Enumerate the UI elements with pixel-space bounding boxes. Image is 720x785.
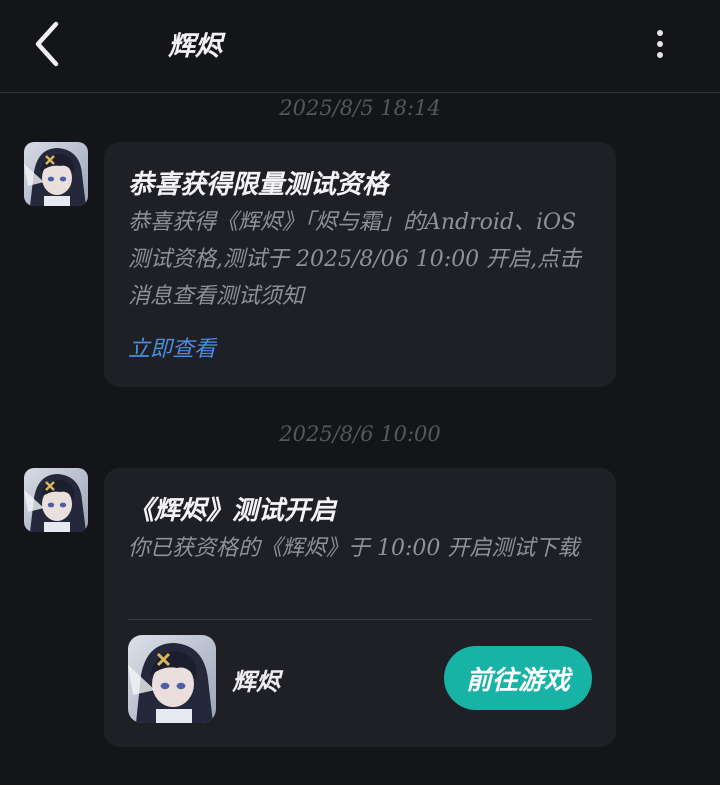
game-icon[interactable] [128, 635, 216, 723]
message-body: 恭喜获得《辉烬》「烬与霜」的Android、iOS测试资格,测试于 2025/8… [128, 210, 582, 309]
sender-avatar[interactable] [24, 142, 88, 206]
message-body: 你已获资格的《辉烬》于 10:00 开启测试下载 [128, 536, 580, 561]
top-bar: 辉烬 [0, 0, 720, 93]
game-name: 辉烬 [232, 667, 280, 696]
go-to-game-button[interactable]: 前往游戏 [444, 646, 592, 710]
message-card[interactable]: 恭喜获得限量测试资格 恭喜获得《辉烬》「烬与霜」的Android、iOS测试资格… [104, 142, 616, 387]
more-options-button[interactable] [642, 24, 678, 64]
chat-title: 辉烬 [168, 31, 222, 62]
message-card[interactable]: 《辉烬》测试开启 你已获资格的《辉烬》于 10:00 开启测试下载 辉烬 前往游… [104, 468, 616, 747]
game-character-avatar [24, 142, 88, 206]
game-character-icon [128, 635, 216, 723]
back-button[interactable] [30, 20, 70, 68]
message-timestamp: 2025/8/6 10:00 [279, 422, 441, 446]
message-title: 《辉烬》测试开启 [128, 496, 337, 526]
view-now-link[interactable]: 立即查看 [128, 331, 216, 363]
more-vertical-icon [657, 30, 663, 36]
chevron-left-icon [35, 21, 59, 67]
message-timestamp: 2025/8/5 18:14 [279, 96, 441, 120]
sender-avatar[interactable] [24, 468, 88, 532]
message-title: 恭喜获得限量测试资格 [128, 170, 389, 200]
game-character-avatar [24, 468, 88, 532]
divider [128, 619, 592, 620]
